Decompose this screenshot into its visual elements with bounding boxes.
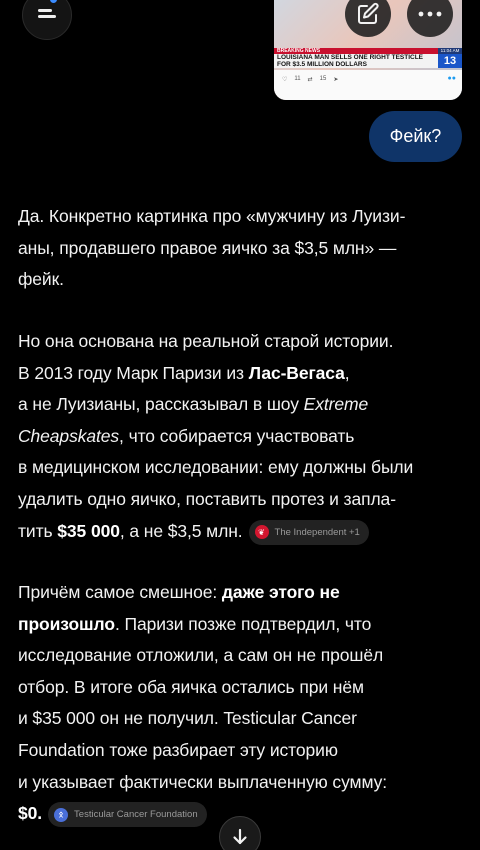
social-logos: ●●: [447, 75, 456, 82]
answer-paragraph-1: Да. Конкретно картинка про «мужчину из Л…: [18, 206, 406, 290]
awareness-ribbon-icon: ᛟ: [54, 807, 69, 822]
retweet-icon: ⇄: [307, 77, 313, 83]
news-headline: LOUISIANA MAN SELLS ONE RIGHT TESTICLE F…: [277, 54, 424, 68]
emphasis-amount: $35 000: [57, 520, 120, 541]
scroll-down-button[interactable]: [219, 816, 261, 850]
more-horizontal-icon: [418, 11, 442, 17]
answer-paragraph-3: Причём самое смешное: даже этого не прои…: [18, 577, 468, 830]
channel-logo: 13: [438, 54, 462, 68]
answer-paragraph-2: Но она основана на реальной старой истор…: [18, 326, 468, 547]
menu-button[interactable]: [22, 0, 72, 40]
menu-icon: [38, 9, 56, 21]
independent-eagle-icon: ❦: [254, 525, 269, 540]
edit-icon: [358, 2, 379, 24]
arrow-down-icon: [233, 828, 247, 845]
citation-chip-tcf[interactable]: ᛟ Testicular Cancer Foundation: [48, 802, 207, 828]
emphasis-las-vegas: Лас-Вегаса: [248, 362, 345, 383]
share-icon: ➤: [333, 77, 339, 83]
citation-chip-independent[interactable]: ❦ The Independent +1: [248, 519, 369, 545]
user-message-bubble: Фейк?: [369, 111, 462, 162]
social-stats: ♡ 11 ⇄ 15 ➤: [282, 76, 339, 83]
heart-icon: ♡: [282, 77, 288, 83]
notification-dot: [50, 0, 57, 3]
